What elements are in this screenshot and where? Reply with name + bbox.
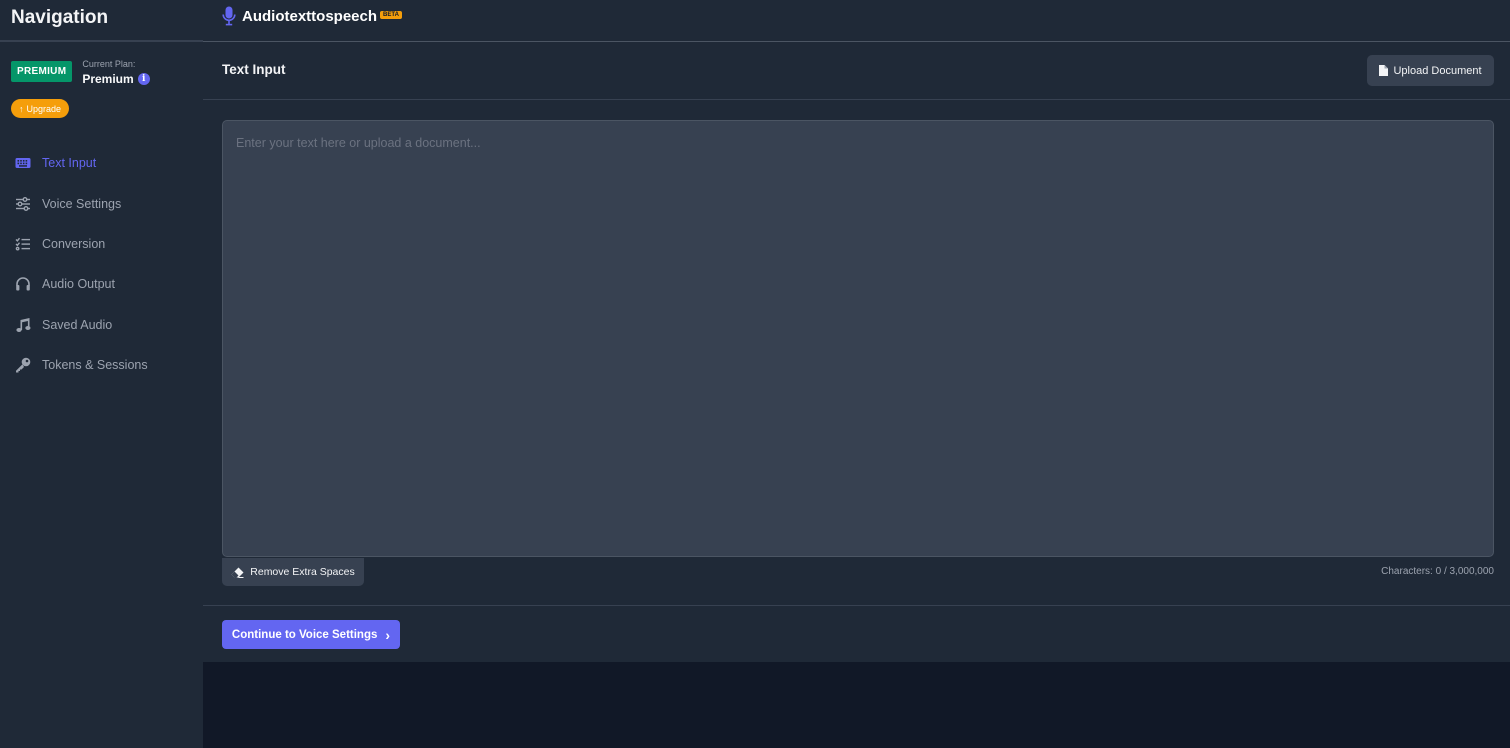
- upgrade-button[interactable]: ↑ Upgrade: [11, 99, 70, 118]
- sidebar-item-label: Tokens & Sessions: [42, 358, 148, 373]
- sidebar-nav: Text Input Voice Settings Conversion Aud…: [0, 143, 203, 385]
- continue-label: Continue to Voice Settings: [231, 628, 378, 641]
- sidebar-item-saved-audio[interactable]: Saved Audio: [0, 305, 203, 345]
- remove-label: Remove Extra Spaces: [250, 566, 355, 578]
- sidebar-item-label: Voice Settings: [42, 196, 122, 211]
- chevron-right-icon: ›: [385, 626, 391, 643]
- sliders-icon: [15, 196, 31, 212]
- upgrade-label: Upgrade: [26, 103, 62, 114]
- upload-document-button[interactable]: Upload Document: [1367, 55, 1494, 86]
- arrow-up-icon: ↑: [19, 103, 24, 114]
- sidebar-item-text-input[interactable]: Text Input: [0, 143, 203, 183]
- beta-badge: BETA: [380, 11, 402, 19]
- plan-value-row: Premium i: [82, 72, 150, 86]
- key-icon: [15, 357, 31, 373]
- sidebar-item-label: Text Input: [42, 156, 97, 171]
- sidebar-item-conversion[interactable]: Conversion: [0, 224, 203, 264]
- plan-section: PREMIUM Current Plan: Premium i: [11, 59, 150, 86]
- card-footer: Continue to Voice Settings ›: [203, 605, 1510, 662]
- file-icon: [1379, 65, 1389, 76]
- upload-label: Upload Document: [1393, 64, 1482, 77]
- sidebar-item-label: Conversion: [42, 236, 106, 251]
- sidebar-title: Navigation: [0, 0, 203, 42]
- card-header: Text Input Upload Document: [203, 42, 1510, 100]
- top-header: Audiotexttospeech BETA: [203, 0, 1510, 42]
- info-icon[interactable]: i: [137, 73, 150, 85]
- premium-badge: PREMIUM: [11, 61, 73, 82]
- tasks-icon: [15, 236, 31, 252]
- sidebar-item-label: Saved Audio: [42, 317, 113, 332]
- plan-label: Current Plan:: [82, 59, 136, 69]
- music-note-icon: [15, 317, 31, 333]
- continue-button[interactable]: Continue to Voice Settings ›: [222, 620, 400, 649]
- sidebar: Navigation PREMIUM Current Plan: Premium…: [0, 0, 203, 748]
- text-input-card: Text Input Upload Document Remove Extra …: [203, 42, 1510, 662]
- plan-value: Premium: [82, 72, 134, 86]
- brand-name: Audiotexttospeech: [242, 7, 378, 25]
- sidebar-item-tokens-sessions[interactable]: Tokens & Sessions: [0, 345, 203, 385]
- keyboard-icon: [15, 155, 31, 171]
- character-count: Characters: 0 / 3,000,000: [1381, 566, 1494, 577]
- remove-extra-spaces-button[interactable]: Remove Extra Spaces: [222, 558, 364, 586]
- plan-info: Current Plan: Premium i: [82, 59, 150, 86]
- sidebar-item-audio-output[interactable]: Audio Output: [0, 264, 203, 304]
- brand[interactable]: Audiotexttospeech BETA: [222, 6, 402, 26]
- sidebar-item-voice-settings[interactable]: Voice Settings: [0, 183, 203, 223]
- eraser-icon: [231, 567, 244, 578]
- text-input-area[interactable]: [222, 120, 1494, 557]
- microphone-icon: [222, 6, 236, 26]
- sidebar-item-label: Audio Output: [42, 277, 115, 292]
- headphones-icon: [15, 276, 31, 292]
- page-title: Text Input: [222, 62, 286, 77]
